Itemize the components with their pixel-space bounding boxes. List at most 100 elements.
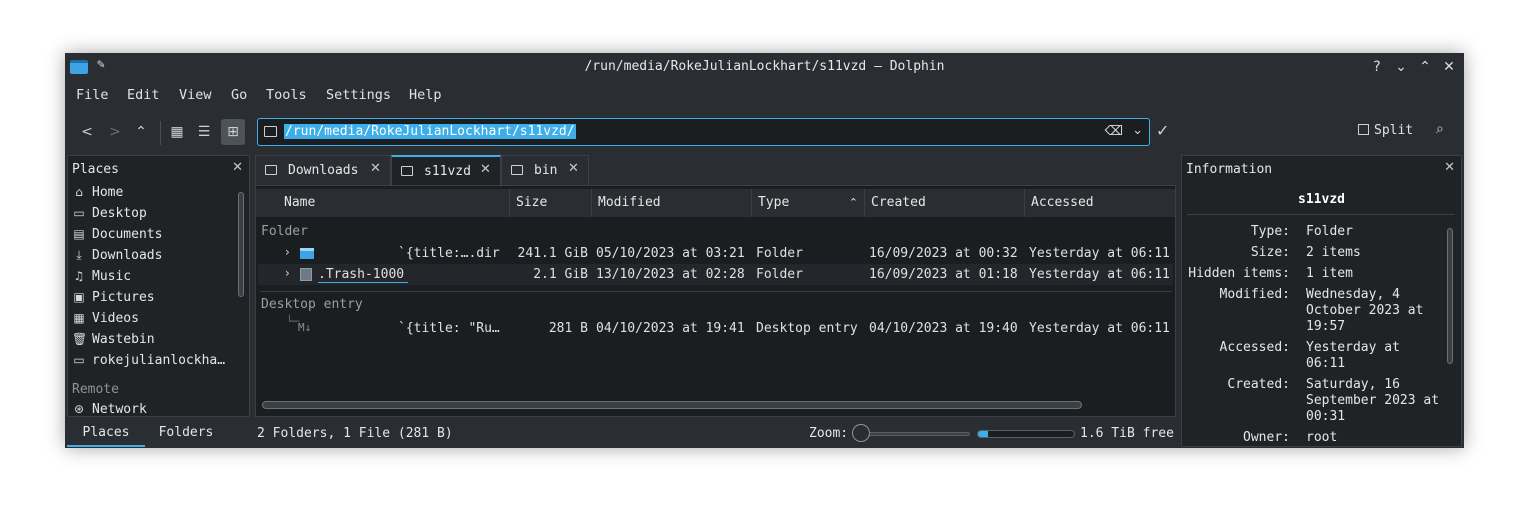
- sidebar-item-downloads[interactable]: ⤓ Downloads: [72, 248, 230, 268]
- maximize-icon[interactable]: ⌃: [1417, 58, 1433, 76]
- cell-modified: 13/10/2023 at 02:28: [596, 267, 745, 282]
- sidebar-item-home[interactable]: ⌂ Home: [72, 185, 230, 205]
- menu-file[interactable]: File: [76, 87, 109, 103]
- markdown-file-icon: M↓: [298, 321, 312, 334]
- chevron-down-icon[interactable]: ⌄: [1132, 123, 1143, 138]
- tab-label: s11vzd: [424, 164, 471, 179]
- sidebar-item-music[interactable]: ♫ Music: [72, 269, 230, 289]
- tab-label: Downloads: [288, 163, 359, 178]
- column-size[interactable]: Size: [510, 189, 592, 217]
- forward-button[interactable]: >: [103, 119, 127, 145]
- details-view-button[interactable]: ⊞: [221, 119, 245, 145]
- places-scrollbar[interactable]: [238, 192, 244, 297]
- sidebar-item-documents[interactable]: ▤ Documents: [72, 227, 230, 247]
- menu-settings[interactable]: Settings: [326, 87, 391, 103]
- column-modified[interactable]: Modified: [592, 189, 752, 217]
- zoom-label: Zoom:: [809, 426, 849, 441]
- tab-bin[interactable]: bin ✕: [501, 155, 589, 185]
- info-value: Wednesday, 4 October 2023 at 19:57: [1306, 287, 1424, 334]
- sort-ascending-icon: ⌃: [848, 196, 858, 209]
- cell-size: 241.1 GiB: [517, 246, 588, 261]
- close-icon[interactable]: ✕: [1444, 160, 1455, 175]
- close-icon[interactable]: ✕: [232, 160, 243, 175]
- places-section-remote: Remote: [72, 382, 119, 397]
- used-space-fill: [978, 431, 988, 437]
- cell-modified: 05/10/2023 at 03:21: [596, 246, 745, 261]
- cell-accessed: Yesterday at 06:11: [1029, 321, 1170, 336]
- tab-s11vzd[interactable]: s11vzd ✕: [391, 155, 501, 185]
- icons-view-button[interactable]: ▦: [165, 119, 189, 145]
- table-row[interactable]: └─ M↓ `{title: "Ru… 281 B 04/10/2023 at …: [258, 315, 1173, 339]
- tab-downloads[interactable]: Downloads ✕: [255, 155, 391, 185]
- window-title: /run/media/RokeJulianLockhart/s11vzd — D…: [584, 59, 945, 74]
- tab-places[interactable]: Places: [67, 419, 145, 447]
- sidebar-item-label: Music: [92, 269, 132, 284]
- sidebar-item-videos[interactable]: ▦ Videos: [72, 311, 230, 331]
- close-tab-icon[interactable]: ✕: [370, 161, 381, 176]
- status-bar: 2 Folders, 1 File (281 B) Zoom: 1.6 TiB …: [255, 419, 1176, 447]
- clear-location-icon[interactable]: ⌫: [1105, 124, 1123, 139]
- split-label: Split: [1374, 123, 1414, 138]
- expand-icon[interactable]: ›: [285, 266, 290, 280]
- close-tab-icon[interactable]: ✕: [480, 162, 491, 177]
- folder-icon: [265, 165, 277, 175]
- free-space-bar[interactable]: [977, 430, 1075, 438]
- location-input[interactable]: /run/media/RokeJulianLockhart/s11vzd/: [284, 124, 576, 139]
- sidebar-item-label: Documents: [92, 227, 163, 242]
- column-name[interactable]: Name: [278, 189, 510, 217]
- zoom-slider-handle[interactable]: [852, 424, 870, 442]
- file-view[interactable]: Name Size Modified Type ⌃ Created Accesse…: [255, 185, 1176, 417]
- info-value: 1 item: [1306, 266, 1353, 281]
- search-icon[interactable]: ⌕: [1436, 121, 1444, 137]
- back-button[interactable]: <: [75, 119, 99, 145]
- compact-view-button[interactable]: ☰: [192, 119, 216, 145]
- cell-size: 2.1 GiB: [533, 267, 588, 282]
- group-label-desktop-entry: Desktop entry: [261, 297, 363, 312]
- up-button[interactable]: ⌃: [129, 119, 153, 145]
- column-type-label: Type: [758, 195, 790, 210]
- info-scrollbar[interactable]: [1447, 228, 1453, 364]
- sidebar-item-label: Videos: [92, 311, 139, 326]
- zoom-slider[interactable]: [860, 432, 970, 436]
- information-panel: Information ✕ s11vzd Type: Folder Size: 2 i…: [1181, 155, 1462, 447]
- sidebar-item-label: Wastebin: [92, 332, 155, 347]
- sidebar-item-wastebin[interactable]: 🗑 Wastebin: [72, 332, 230, 352]
- minimize-icon[interactable]: ⌄: [1393, 58, 1409, 76]
- cell-created: 16/09/2023 at 00:32: [869, 246, 1018, 261]
- location-bar[interactable]: /run/media/RokeJulianLockhart/s11vzd/ ⌫ …: [257, 118, 1150, 146]
- sidebar-item-rokejulianlockha-[interactable]: ▭ rokejulianlockha…: [72, 353, 230, 373]
- sidebar-item-network[interactable]: ⊛ Network: [72, 402, 230, 416]
- sidebar-item-desktop[interactable]: ▭ Desktop: [72, 206, 230, 226]
- sidebar-item-pictures[interactable]: ▣ Pictures: [72, 290, 230, 310]
- column-accessed[interactable]: Accessed: [1025, 189, 1175, 217]
- expand-icon[interactable]: ›: [285, 245, 290, 259]
- info-value: 2 items: [1306, 245, 1361, 260]
- documents-icon: ▤: [73, 227, 85, 241]
- tab-folders[interactable]: Folders: [147, 419, 225, 447]
- help-icon[interactable]: ?: [1369, 58, 1385, 76]
- sidebar-item-label: Home: [92, 185, 124, 200]
- side-panel-tabs: Places Folders: [67, 419, 250, 447]
- close-icon[interactable]: ✕: [1441, 58, 1457, 76]
- info-value: Saturday, 16 September 2023 at 00:31: [1306, 377, 1440, 424]
- table-row[interactable]: › .Trash-1000 2.1 GiB 13/10/2023 at 02:2…: [258, 264, 1173, 285]
- confirm-location-icon[interactable]: ✓: [1156, 121, 1169, 140]
- menu-go[interactable]: Go: [231, 87, 247, 103]
- trash-folder-icon: [300, 268, 312, 281]
- horizontal-scrollbar[interactable]: [262, 401, 1082, 409]
- menu-view[interactable]: View: [179, 87, 212, 103]
- menu-tools[interactable]: Tools: [266, 87, 307, 103]
- cell-created: 04/10/2023 at 19:40: [869, 321, 1018, 336]
- column-created[interactable]: Created: [865, 189, 1025, 217]
- menu-edit[interactable]: Edit: [127, 87, 160, 103]
- cell-modified: 04/10/2023 at 19:41: [596, 321, 745, 336]
- cell-name: `{title:….dir: [398, 246, 500, 261]
- split-button[interactable]: Split: [1358, 123, 1413, 138]
- tab-bar: Downloads ✕ s11vzd ✕ bin ✕: [255, 155, 1175, 185]
- table-row[interactable]: › `{title:….dir 241.1 GiB 05/10/2023 at …: [258, 243, 1173, 264]
- column-type[interactable]: Type ⌃: [752, 189, 865, 217]
- status-summary: 2 Folders, 1 File (281 B): [257, 426, 453, 441]
- close-tab-icon[interactable]: ✕: [568, 161, 579, 176]
- info-title: Information: [1186, 162, 1273, 177]
- menu-help[interactable]: Help: [409, 87, 442, 103]
